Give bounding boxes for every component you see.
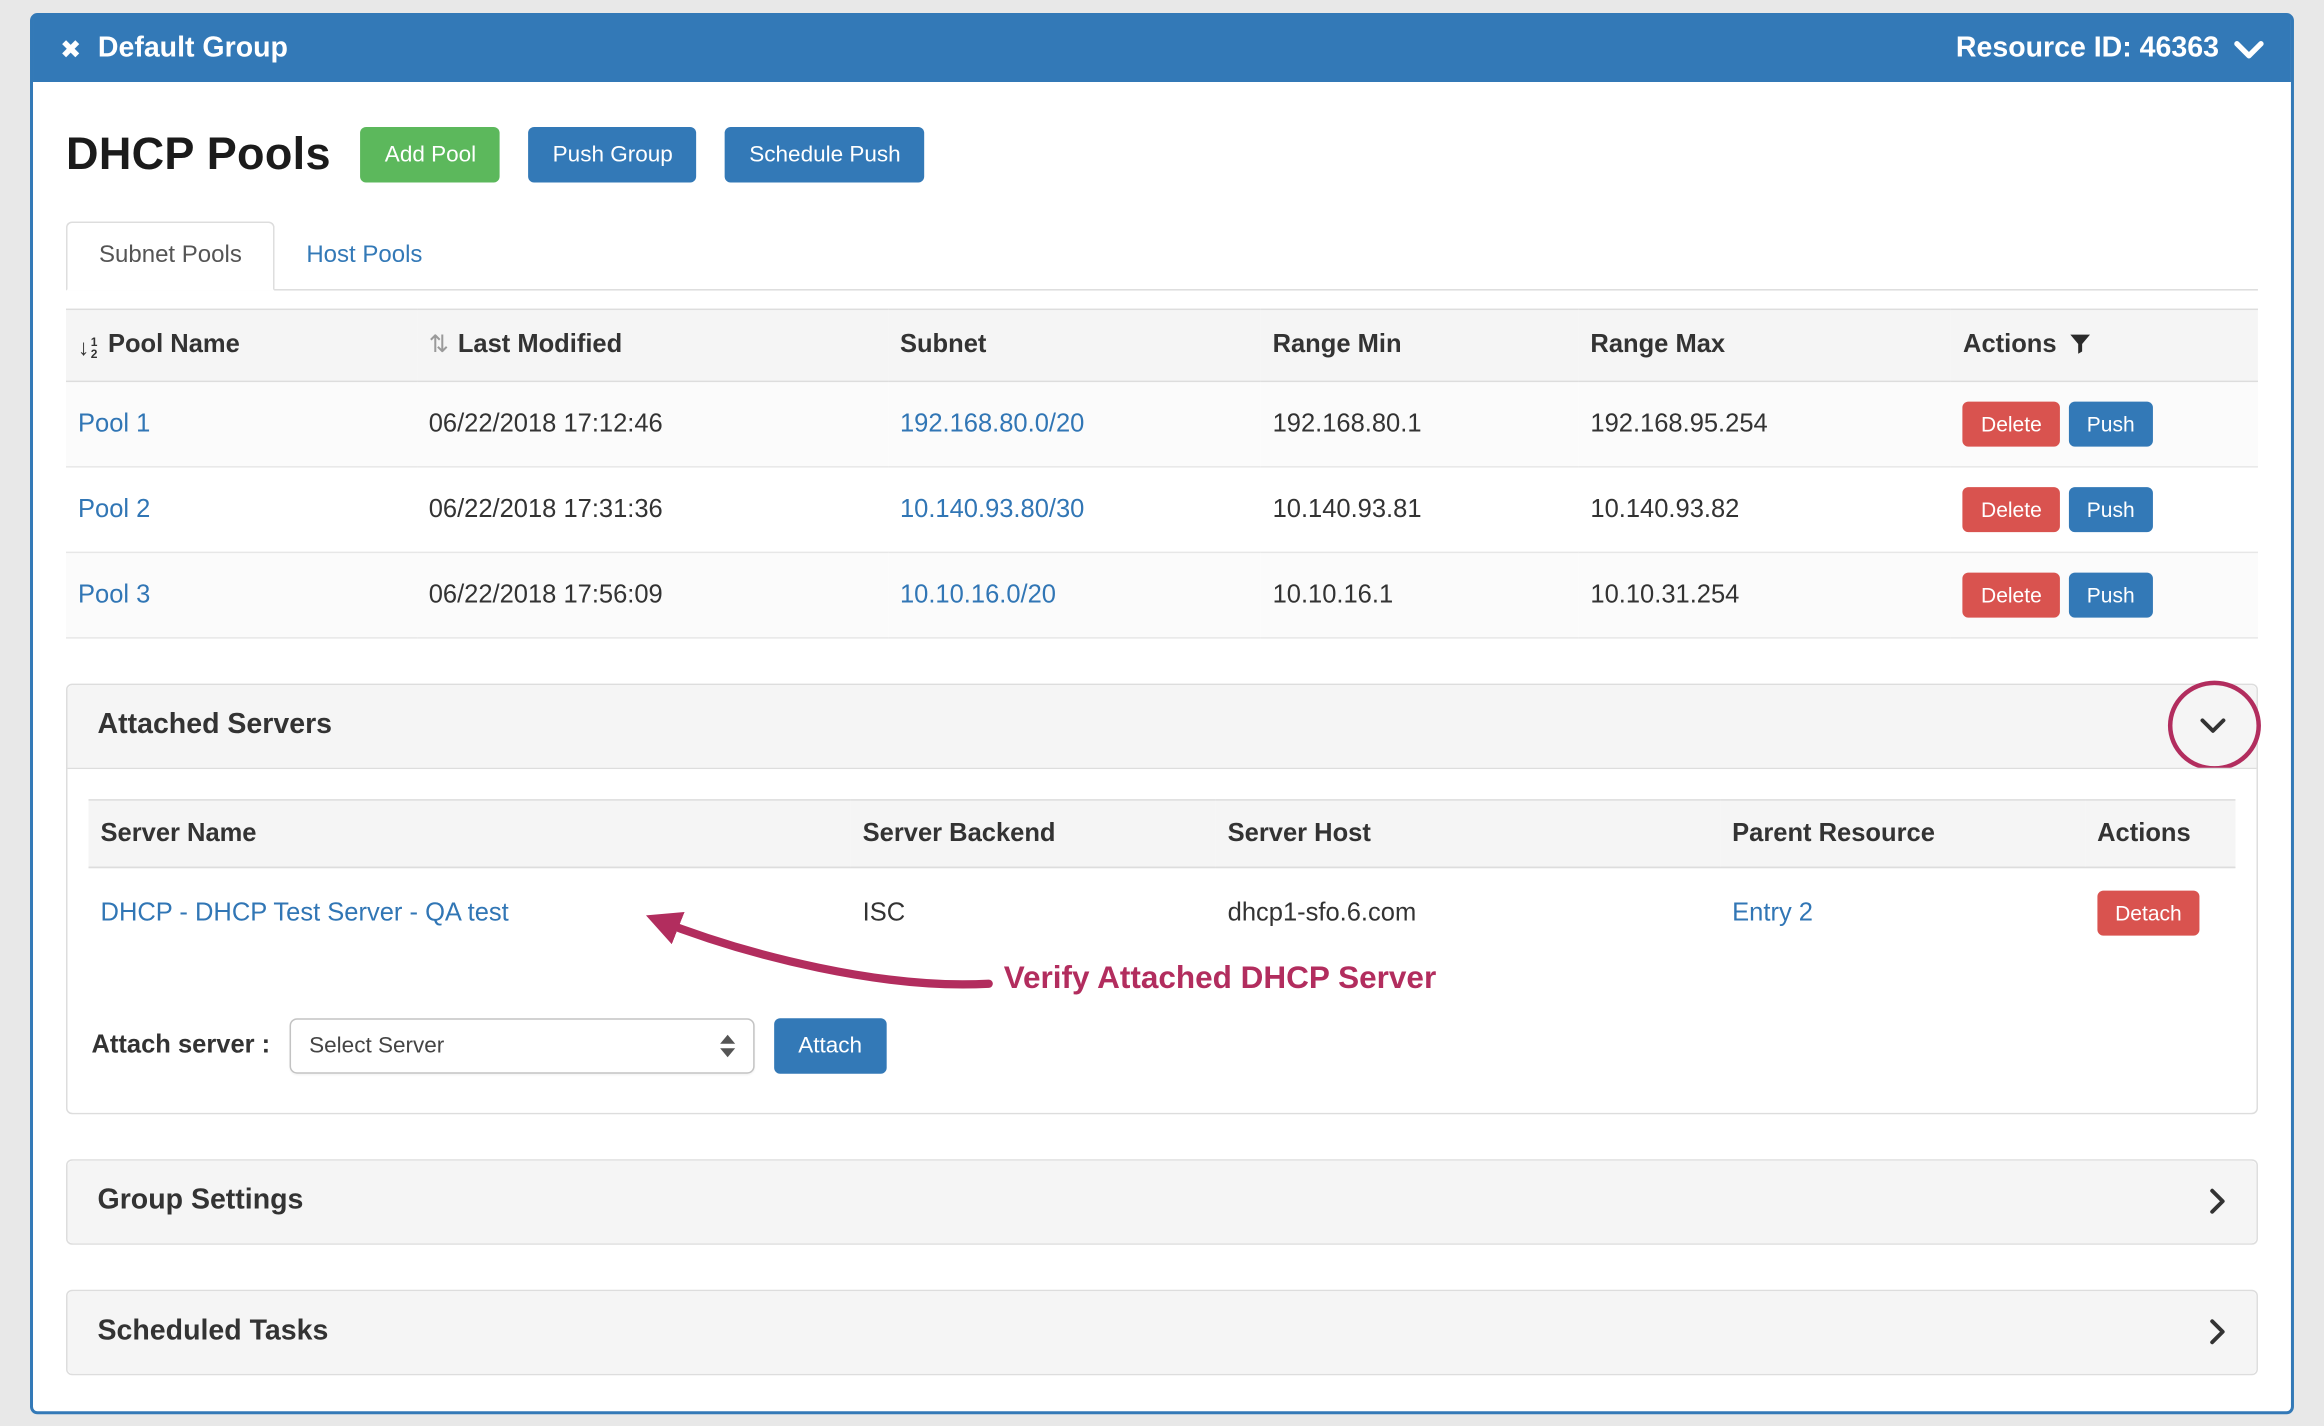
attach-server-label: Attach server : — [92, 1030, 271, 1060]
resource-id-dropdown[interactable]: Resource ID: 46363 — [1956, 33, 2264, 66]
col-header-server-name: Server Name — [89, 799, 851, 867]
pool-name-link[interactable]: Pool 3 — [78, 579, 150, 608]
pool-tabs: Subnet Pools Host Pools — [66, 222, 2258, 291]
pool-name-link[interactable]: Pool 2 — [78, 494, 150, 523]
pool-range-min: 10.10.16.1 — [1261, 552, 1579, 638]
servers-header-row: Server Name Server Backend Server Host P… — [89, 799, 2236, 867]
server-select-value: Select Server — [309, 1032, 444, 1058]
collapse-chevron-down-icon[interactable] — [2199, 717, 2226, 735]
parent-resource-link[interactable]: Entry 2 — [1732, 897, 1813, 926]
page: ✖ Default Group Resource ID: 46363 DHCP … — [0, 13, 2324, 1426]
col-header-range-min: Range Min — [1261, 309, 1579, 380]
col-header-range-max: Range Max — [1578, 309, 1951, 380]
server-select[interactable]: Select Server — [290, 1017, 755, 1073]
attach-button[interactable]: Attach — [774, 1017, 886, 1073]
pool-name-link[interactable]: Pool 1 — [78, 408, 150, 437]
resource-id-label: Resource ID: 46363 — [1956, 33, 2219, 66]
col-header-actions[interactable]: Actions — [1951, 309, 2258, 380]
detach-button[interactable]: Detach — [2097, 890, 2200, 935]
pool-range-min: 192.168.80.1 — [1261, 381, 1579, 467]
col-header-server-actions: Actions — [2085, 799, 2235, 867]
chevron-down-icon — [2234, 39, 2264, 59]
push-pool-button[interactable]: Push — [2069, 572, 2153, 617]
toolbar: DHCP Pools Add Pool Push Group Schedule … — [66, 127, 2258, 183]
server-host: dhcp1-sfo.6.com — [1216, 867, 1721, 958]
server-name-link[interactable]: DHCP - DHCP Test Server - QA test — [101, 897, 509, 926]
attached-servers-title: Attached Servers — [98, 709, 332, 742]
attached-servers-body: Server Name Server Backend Server Host P… — [68, 767, 2257, 1112]
add-pool-button[interactable]: Add Pool — [361, 127, 500, 183]
attached-servers-header[interactable]: Attached Servers — [68, 684, 2257, 767]
sort-icon: ⇅ — [429, 333, 449, 359]
page-title: DHCP Pools — [66, 129, 331, 180]
col-header-server-host: Server Host — [1216, 799, 1721, 867]
push-group-button[interactable]: Push Group — [529, 127, 697, 183]
delete-pool-button[interactable]: Delete — [1963, 572, 2060, 617]
pool-row: Pool 1 06/22/2018 17:12:46 192.168.80.0/… — [66, 381, 2258, 467]
pool-range-max: 192.168.95.254 — [1578, 381, 1951, 467]
card-body: DHCP Pools Add Pool Push Group Schedule … — [33, 127, 2291, 1411]
col-header-pool-name[interactable]: ↓ 12 Pool Name — [66, 309, 417, 380]
group-header-bar: ✖ Default Group Resource ID: 46363 — [33, 16, 2291, 82]
col-header-subnet: Subnet — [888, 309, 1261, 380]
group-settings-header[interactable]: Group Settings — [68, 1160, 2257, 1243]
select-arrows-icon — [720, 1034, 735, 1057]
scheduled-tasks-header[interactable]: Scheduled Tasks — [68, 1291, 2257, 1374]
pool-range-max: 10.10.31.254 — [1578, 552, 1951, 638]
pool-range-max: 10.140.93.82 — [1578, 466, 1951, 552]
col-header-last-modified[interactable]: ⇅Last Modified — [417, 309, 888, 380]
filter-icon — [2069, 333, 2092, 356]
close-icon[interactable]: ✖ — [60, 36, 81, 62]
pool-subnet-link[interactable]: 192.168.80.0/20 — [900, 408, 1084, 437]
pool-subnet-link[interactable]: 10.140.93.80/30 — [900, 494, 1084, 523]
pool-subnet-link[interactable]: 10.10.16.0/20 — [900, 579, 1056, 608]
server-backend: ISC — [851, 867, 1216, 958]
delete-pool-button[interactable]: Delete — [1963, 401, 2060, 446]
push-pool-button[interactable]: Push — [2069, 401, 2153, 446]
pool-row: Pool 2 06/22/2018 17:31:36 10.140.93.80/… — [66, 466, 2258, 552]
col-header-server-backend: Server Backend — [851, 799, 1216, 867]
delete-pool-button[interactable]: Delete — [1963, 486, 2060, 531]
tab-host-pools[interactable]: Host Pools — [275, 223, 454, 289]
group-settings-title: Group Settings — [98, 1185, 304, 1218]
subnet-pools-table: ↓ 12 Pool Name ⇅Last Modified Subnet Ran… — [66, 309, 2258, 638]
pool-modified: 06/22/2018 17:31:36 — [417, 466, 888, 552]
col-header-parent-resource: Parent Resource — [1720, 799, 2085, 867]
chevron-right-icon — [2208, 1188, 2226, 1215]
pool-row: Pool 3 06/22/2018 17:56:09 10.10.16.0/20… — [66, 552, 2258, 638]
pools-header-row: ↓ 12 Pool Name ⇅Last Modified Subnet Ran… — [66, 309, 2258, 380]
pool-modified: 06/22/2018 17:56:09 — [417, 552, 888, 638]
scheduled-tasks-title: Scheduled Tasks — [98, 1315, 329, 1348]
attach-server-row: Attach server : Select Server Attach — [89, 1017, 2236, 1073]
push-pool-button[interactable]: Push — [2069, 486, 2153, 531]
chevron-right-icon — [2208, 1318, 2226, 1345]
annotation-text: Verify Attached DHCP Server — [1004, 960, 1437, 996]
attached-servers-table: Server Name Server Backend Server Host P… — [89, 798, 2236, 957]
scheduled-tasks-panel: Scheduled Tasks — [66, 1289, 2258, 1375]
attached-servers-panel: Attached Servers Server Name Server Back… — [66, 683, 2258, 1114]
pool-modified: 06/22/2018 17:12:46 — [417, 381, 888, 467]
default-group-card: ✖ Default Group Resource ID: 46363 DHCP … — [30, 13, 2294, 1414]
server-row: DHCP - DHCP Test Server - QA test ISC dh… — [89, 867, 2236, 958]
group-settings-panel: Group Settings — [66, 1158, 2258, 1244]
group-title: Default Group — [98, 33, 288, 66]
sort-numeric-icon: ↓ 12 — [78, 336, 97, 360]
pool-range-min: 10.140.93.81 — [1261, 466, 1579, 552]
tab-subnet-pools[interactable]: Subnet Pools — [66, 222, 275, 291]
schedule-push-button[interactable]: Schedule Push — [725, 127, 924, 183]
